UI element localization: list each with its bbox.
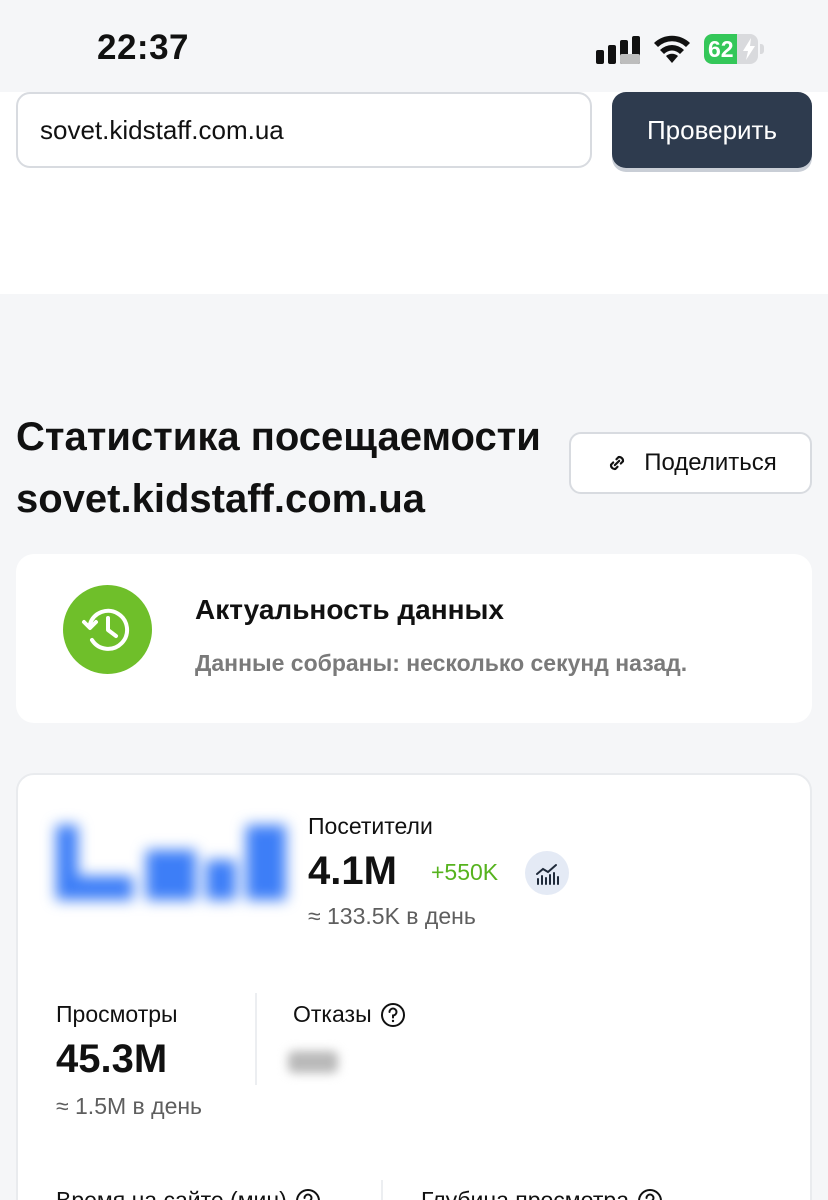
- check-button[interactable]: Проверить: [612, 92, 812, 168]
- search-input[interactable]: [16, 92, 592, 168]
- help-icon[interactable]: [637, 1188, 663, 1200]
- page-title: Статистика посещаемости sovet.kidstaff.c…: [16, 406, 576, 530]
- stats-divider-bottom: [381, 1180, 383, 1200]
- stats-card: Посетители 4.1M +550K ≈ 133.5K в день Пр…: [16, 773, 812, 1200]
- page-title-line1: Статистика посещаемости: [16, 415, 541, 459]
- views-value: 45.3M: [56, 1037, 168, 1081]
- bounces-label-row: Отказы: [293, 1001, 406, 1028]
- search-section: Проверить: [0, 92, 828, 294]
- page-title-domain: sovet.kidstaff.com.ua: [16, 477, 426, 521]
- trend-chart-button[interactable]: [525, 851, 569, 895]
- battery-percent: 62: [708, 36, 734, 62]
- status-bar: 22:37 62: [0, 0, 828, 92]
- freshness-title: Актуальность данных: [195, 594, 504, 625]
- stats-divider: [255, 993, 257, 1085]
- time-on-site-label-row: Время на сайте (мин): [56, 1187, 321, 1200]
- signal-icon: [596, 36, 640, 64]
- visitors-label: Посетители: [308, 813, 433, 839]
- help-icon[interactable]: [380, 1002, 406, 1028]
- battery-charging-icon: 62: [704, 34, 764, 64]
- bounces-label: Отказы: [293, 1001, 372, 1027]
- history-clock-icon: [63, 585, 152, 674]
- help-icon[interactable]: [295, 1188, 321, 1200]
- views-label: Просмотры: [56, 1001, 178, 1027]
- depth-label-row: Глубина просмотра: [421, 1187, 663, 1200]
- share-button[interactable]: Поделиться: [569, 432, 812, 494]
- trend-chart-icon: [536, 864, 559, 885]
- status-time: 22:37: [97, 28, 190, 67]
- freshness-subtitle: Данные собраны: несколько секунд назад.: [195, 650, 688, 676]
- share-label: Поделиться: [644, 449, 777, 476]
- visitors-value: 4.1M: [308, 849, 397, 893]
- views-per-day: ≈ 1.5M в день: [56, 1093, 203, 1119]
- link-icon: [610, 455, 625, 471]
- visitors-delta: +550K: [431, 859, 499, 885]
- depth-label: Глубина просмотра: [421, 1187, 629, 1200]
- bolt-icon: [743, 38, 755, 60]
- data-freshness-card: Актуальность данных Данные собраны: неск…: [16, 554, 812, 723]
- visitors-per-day: ≈ 133.5K в день: [308, 903, 476, 929]
- time-on-site-label: Время на сайте (мин): [56, 1187, 287, 1200]
- wifi-icon: [654, 35, 690, 63]
- blurred-chart: [56, 825, 286, 900]
- bounces-value-blurred: [288, 1051, 338, 1073]
